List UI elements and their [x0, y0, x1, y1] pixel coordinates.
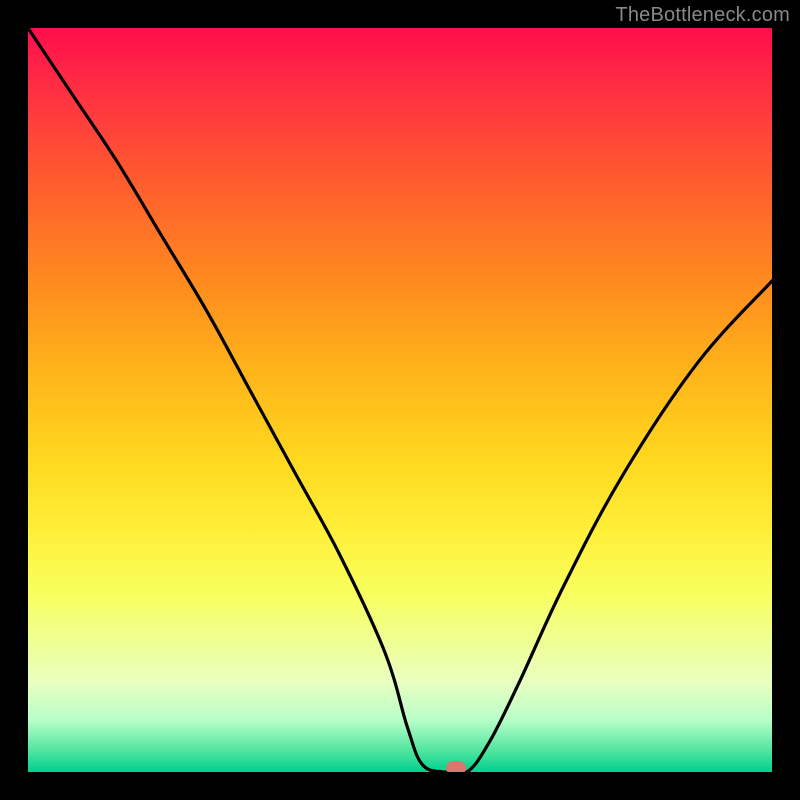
bottleneck-curve	[28, 28, 772, 772]
optimum-marker-icon	[446, 761, 466, 772]
plot-area	[28, 28, 772, 772]
watermark-text: TheBottleneck.com	[615, 4, 790, 27]
chart-frame: TheBottleneck.com	[0, 0, 800, 800]
